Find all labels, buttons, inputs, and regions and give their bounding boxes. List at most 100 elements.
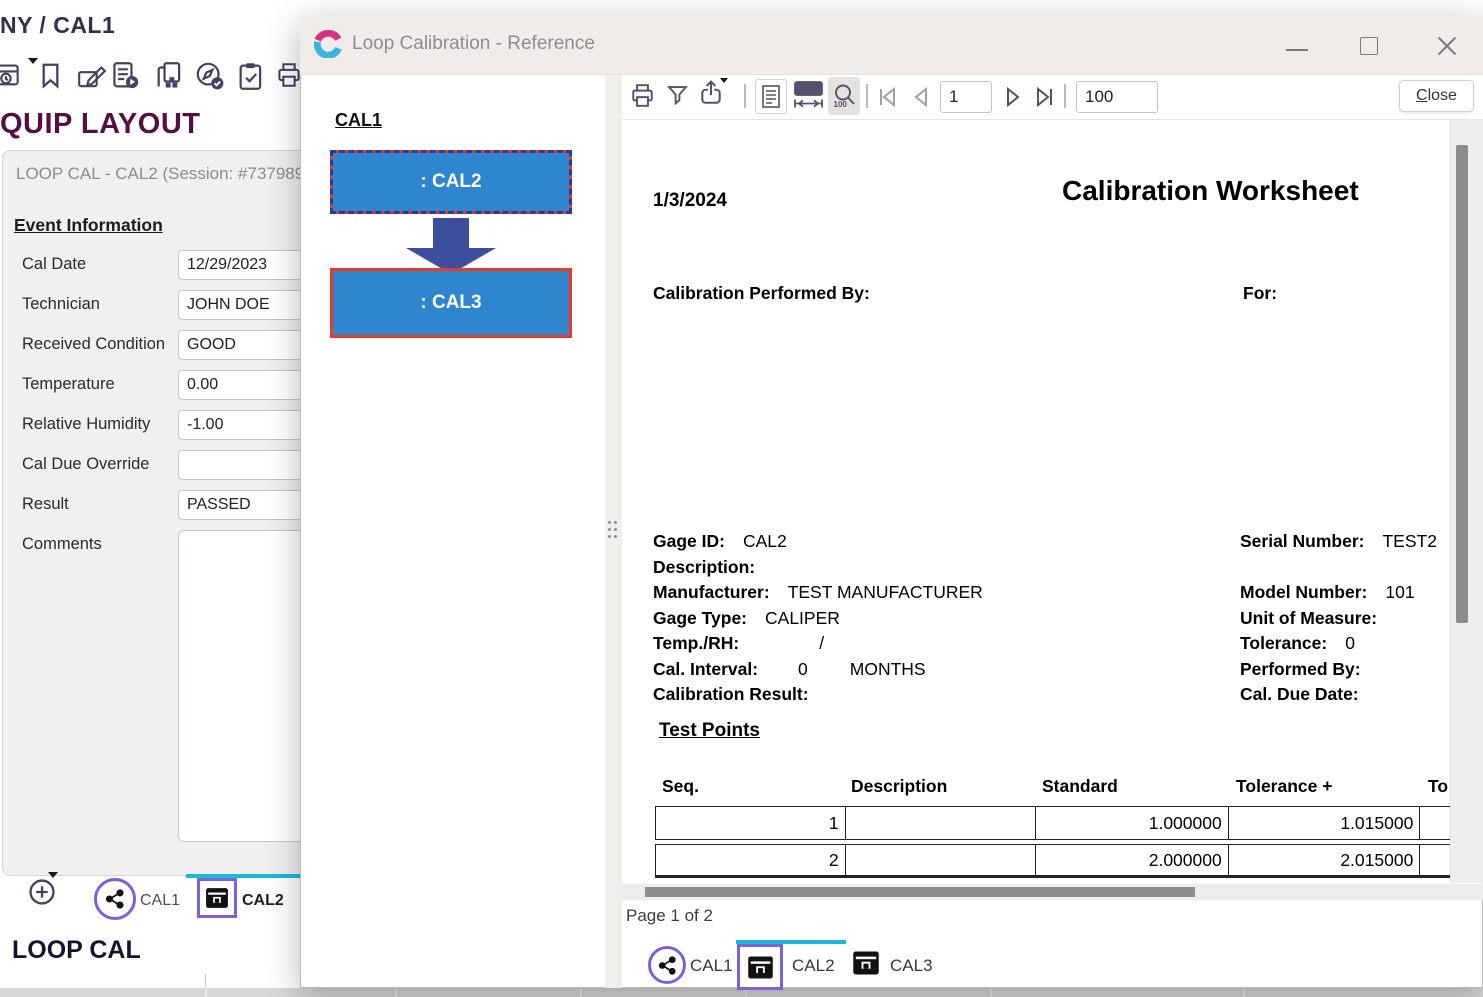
result-field[interactable]: [178, 490, 318, 520]
session-icon[interactable]: [0, 62, 20, 89]
tab-cal1[interactable]: CAL1: [140, 892, 180, 910]
modal-tab-cal3-box-icon[interactable]: [852, 950, 880, 976]
calibration-result-line: Calibration Result:: [653, 684, 827, 705]
next-page-button[interactable]: [1002, 86, 1024, 108]
filter-icon[interactable]: [667, 85, 688, 106]
printer-icon[interactable]: [276, 62, 302, 88]
tolerance-line: Tolerance:0: [1240, 633, 1355, 654]
splitter[interactable]: [605, 75, 622, 988]
report-title: Calibration Worksheet: [1062, 175, 1359, 207]
technician-field[interactable]: [178, 290, 318, 320]
close-window-button[interactable]: [1436, 35, 1458, 57]
panel-title: LOOP CAL - CAL2 (Session: #737989: [16, 164, 304, 184]
tab-cal1-share-icon[interactable]: [94, 878, 136, 920]
report-date: 1/3/2024: [653, 190, 727, 212]
temperature-field[interactable]: [178, 370, 318, 400]
last-page-button[interactable]: [1034, 86, 1056, 108]
tab-cal2-box-icon[interactable]: [197, 878, 237, 918]
app-logo-icon: [314, 30, 342, 58]
relative-humidity-label: Relative Humidity: [22, 415, 150, 434]
loop-node-cal3[interactable]: : CAL3: [330, 268, 572, 338]
add-tab-button[interactable]: [28, 878, 56, 906]
modal-tab-cal3[interactable]: CAL3: [890, 956, 933, 976]
grid-divider: [580, 988, 582, 997]
grid-divider: [205, 974, 206, 988]
splitter-grip-icon[interactable]: [608, 521, 611, 524]
session-caret-icon[interactable]: [28, 58, 38, 64]
cal-date-label: Cal Date: [22, 255, 86, 274]
print-report-icon[interactable]: [630, 83, 655, 108]
export-caret-icon[interactable]: [720, 78, 728, 83]
bookmark-icon[interactable]: [38, 62, 63, 89]
modal-tab-cal2-box-icon[interactable]: [737, 944, 783, 990]
clipboard-check-icon[interactable]: [238, 62, 264, 90]
add-tab-caret-icon[interactable]: [48, 872, 58, 878]
cal-date-field[interactable]: [178, 250, 318, 280]
modal-tab-cal1[interactable]: CAL1: [690, 956, 733, 976]
export-icon[interactable]: [698, 80, 724, 106]
gage-type-line: Gage Type:CALIPER: [653, 608, 840, 629]
cell-seq: 2: [656, 845, 846, 875]
vertical-scrollbar-thumb[interactable]: [1456, 145, 1468, 623]
result-label: Result: [22, 495, 69, 514]
previous-page-button[interactable]: [910, 86, 932, 108]
modal-tab-cal2[interactable]: CAL2: [792, 956, 835, 976]
page-width-button[interactable]: [793, 81, 824, 108]
comments-field[interactable]: [178, 530, 318, 842]
description-line: Description:: [653, 557, 773, 578]
modal-tab-cal1-share-icon[interactable]: [648, 946, 686, 984]
toolbar-separator: [744, 84, 746, 108]
loop-node-cal3-label: : CAL3: [420, 292, 481, 314]
model-number-line: Model Number:101: [1240, 582, 1415, 603]
column-header-standard: Standard: [1042, 776, 1118, 797]
maximize-button[interactable]: [1360, 37, 1378, 55]
cal-due-override-field[interactable]: [178, 450, 318, 480]
tab-cal2[interactable]: CAL2: [242, 892, 284, 910]
breadcrumb[interactable]: NY / CAL1: [0, 12, 115, 39]
comments-label: Comments: [22, 535, 102, 554]
page-number-input[interactable]: [940, 81, 992, 113]
table-row: 1 1.000000 1.015000: [655, 806, 1450, 840]
column-header-tolerance-minus: To: [1428, 776, 1448, 797]
cell-description: [846, 845, 1037, 875]
performed-by-label: Calibration Performed By:: [653, 283, 870, 304]
compass-check-icon[interactable]: [196, 62, 224, 90]
column-header-seq: Seq.: [662, 776, 699, 797]
cal-due-date-line: Cal. Due Date:: [1240, 684, 1377, 705]
manufacturer-line: Manufacturer:TEST MANUFACTURER: [653, 582, 983, 603]
loop-root-label[interactable]: CAL1: [335, 110, 382, 131]
zoom-icon-label: 100: [834, 100, 848, 109]
toolbar-separator: [866, 84, 868, 108]
grid-row: [0, 974, 300, 988]
zoom-level-input[interactable]: [1076, 81, 1158, 113]
loop-node-cal2-label: : CAL2: [420, 171, 481, 193]
dialog-title: Loop Calibration - Reference: [352, 33, 595, 55]
loop-cal-heading: LOOP CAL: [12, 936, 141, 965]
minimize-button[interactable]: [1286, 49, 1308, 51]
copy-pages-icon[interactable]: [156, 62, 184, 90]
horizontal-scrollbar-thumb[interactable]: [645, 887, 1195, 897]
loop-node-cal2[interactable]: : CAL2: [330, 150, 572, 214]
cell-tolerance-minus: [1420, 845, 1450, 875]
received-condition-field[interactable]: [178, 330, 318, 360]
cell-tolerance-plus: 2.015000: [1229, 845, 1421, 875]
relative-humidity-field[interactable]: [178, 410, 318, 440]
edit-icon[interactable]: [78, 66, 106, 90]
grid-divider: [990, 988, 992, 997]
technician-label: Technician: [22, 295, 100, 314]
close-dialog-button[interactable]: Close: [1399, 80, 1474, 112]
cal-due-override-label: Cal Due Override: [22, 455, 149, 474]
cell-tolerance-plus: 1.015000: [1229, 807, 1421, 839]
report-run-icon[interactable]: [112, 62, 140, 90]
table-row: 2 2.000000 2.015000: [655, 844, 1450, 878]
test-points-heading: Test Points: [659, 720, 760, 742]
cell-standard: 2.000000: [1036, 845, 1229, 875]
zoom-100-button[interactable]: 100: [828, 77, 860, 115]
page-view-button[interactable]: [755, 79, 787, 114]
performed-by-line: Performed By:: [1240, 659, 1379, 680]
event-information-heading: Event Information: [14, 215, 163, 236]
for-label: For:: [1243, 283, 1277, 304]
temperature-label: Temperature: [22, 375, 115, 394]
first-page-button[interactable]: [876, 86, 898, 108]
flow-arrow-icon: [433, 218, 469, 248]
